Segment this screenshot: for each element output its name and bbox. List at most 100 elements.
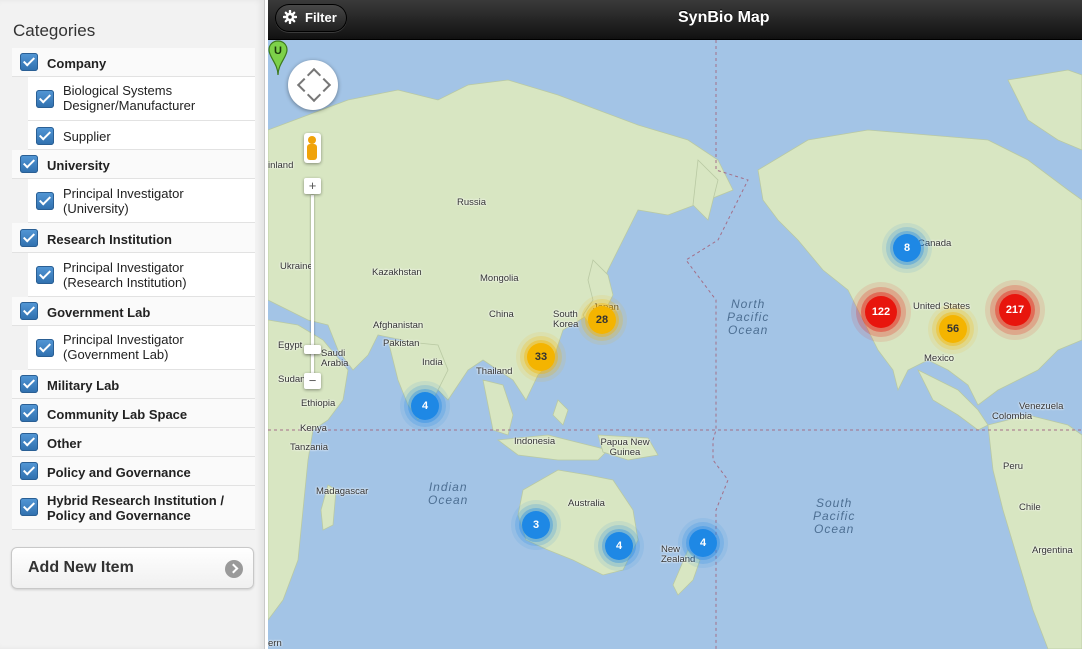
add-new-item-label: Add New Item [28, 559, 134, 576]
pan-right-icon[interactable] [316, 77, 332, 93]
category-label: Supplier [63, 129, 111, 144]
cluster-marker[interactable]: 8 [893, 234, 921, 262]
category-community-lab[interactable]: Community Lab Space [12, 399, 255, 428]
location-pin-icon[interactable]: U [268, 40, 288, 76]
checkbox[interactable] [20, 375, 38, 393]
place-label: Thailand [476, 366, 513, 377]
app: Categories Company Biological Systems De… [0, 0, 1082, 649]
pan-left-icon[interactable] [296, 77, 312, 93]
category-company[interactable]: Company [12, 48, 255, 77]
categories-heading: Categories [13, 21, 96, 40]
chevron-right-icon [225, 560, 243, 578]
place-label: Canada [918, 238, 952, 249]
pan-control[interactable] [288, 60, 338, 110]
cluster-marker[interactable]: 4 [411, 392, 439, 420]
add-new-item-button[interactable]: Add New Item [11, 547, 254, 589]
place-label: Indonesia [514, 436, 556, 447]
place-label: Ukraine [280, 261, 313, 272]
category-label: Research Institution [47, 232, 172, 247]
category-label: University [47, 158, 110, 173]
place-label: Kenya [300, 423, 327, 434]
cluster-marker[interactable]: 28 [588, 306, 616, 334]
checkbox[interactable] [20, 229, 38, 247]
place-label: Australia [568, 498, 605, 509]
pan-down-icon[interactable] [306, 87, 322, 103]
zoom-out-button[interactable]: − [304, 373, 321, 389]
place-label: inland [268, 160, 294, 171]
place-label: Mongolia [480, 273, 519, 284]
cluster-marker[interactable]: 33 [527, 343, 555, 371]
category-university[interactable]: University [12, 150, 255, 179]
place-label: China [489, 309, 514, 320]
category-label: Principal Investigator (Research Institu… [63, 260, 187, 290]
street-view-pegman-icon[interactable] [304, 133, 321, 163]
place-label: Mexico [924, 353, 955, 364]
place-label: ern [268, 638, 282, 649]
category-policy[interactable]: Policy and Governance [12, 457, 255, 486]
category-label: Military Lab [47, 378, 120, 393]
category-label: Biological Systems Designer/Manufacturer [63, 83, 196, 113]
place-label: South Korea [553, 309, 579, 330]
category-label: Principal Investigator (University) [63, 186, 184, 216]
place-label: India [422, 357, 443, 368]
cluster-marker[interactable]: 217 [999, 294, 1031, 326]
category-bio-systems[interactable]: Biological Systems Designer/Manufacturer [28, 77, 255, 121]
checkbox[interactable] [20, 433, 38, 451]
place-label: Pakistan [383, 338, 420, 349]
category-pi-government[interactable]: Principal Investigator (Government Lab) [28, 326, 255, 370]
place-label: Sudan [278, 374, 306, 385]
category-list: Company Biological Systems Designer/Manu… [12, 48, 255, 530]
category-label: Hybrid Research Institution / Policy and… [47, 493, 224, 523]
category-supplier[interactable]: Supplier [28, 121, 255, 150]
cluster-marker[interactable]: 4 [605, 532, 633, 560]
marker-letter: U [274, 45, 282, 57]
checkbox[interactable] [20, 462, 38, 480]
place-label: United States [913, 301, 971, 312]
header-bar: Filter SynBio Map [268, 0, 1082, 40]
place-label: Tanzania [290, 442, 329, 453]
category-label: Company [47, 56, 107, 71]
zoom-in-button[interactable]: + [304, 178, 321, 194]
cluster-marker[interactable]: 56 [939, 315, 967, 343]
place-label: Russia [457, 197, 487, 208]
place-label: Ethiopia [301, 398, 336, 409]
place-label: Afghanistan [373, 320, 424, 331]
map-canvas[interactable]: inland Russia Ukraine Kazakhstan Mongoli… [268, 40, 1082, 649]
category-military-lab[interactable]: Military Lab [12, 370, 255, 399]
place-label: Saudi Arabia [321, 348, 349, 369]
place-label: Colombia [992, 411, 1033, 422]
category-label: Principal Investigator (Government Lab) [63, 332, 184, 362]
category-other[interactable]: Other [12, 428, 255, 457]
cluster-marker[interactable]: 4 [689, 529, 717, 557]
checkbox[interactable] [36, 266, 54, 284]
ocean-label: North Pacific Ocean [727, 297, 770, 337]
category-pi-university[interactable]: Principal Investigator (University) [28, 179, 255, 223]
pan-up-icon[interactable] [306, 67, 322, 83]
category-pi-research[interactable]: Principal Investigator (Research Institu… [28, 253, 255, 297]
checkbox[interactable] [20, 498, 38, 516]
checkbox[interactable] [36, 192, 54, 210]
checkbox[interactable] [20, 155, 38, 173]
zoom-slider-handle[interactable] [304, 345, 321, 354]
place-label: Egypt [278, 340, 303, 351]
cluster-marker[interactable]: 3 [522, 511, 550, 539]
checkbox[interactable] [20, 302, 38, 320]
place-label: Kazakhstan [372, 267, 422, 278]
category-government-lab[interactable]: Government Lab [12, 297, 255, 326]
place-label: Chile [1019, 502, 1041, 513]
category-hybrid[interactable]: Hybrid Research Institution / Policy and… [12, 486, 255, 530]
checkbox[interactable] [20, 53, 38, 71]
checkbox[interactable] [20, 404, 38, 422]
ocean-label: Indian Ocean [428, 480, 469, 507]
ocean-label: South Pacific Ocean [813, 496, 856, 536]
checkbox[interactable] [36, 127, 54, 145]
place-label: Madagascar [316, 486, 369, 497]
category-research-institution[interactable]: Research Institution [12, 223, 255, 253]
checkbox[interactable] [36, 90, 54, 108]
sidebar: Categories Company Biological Systems De… [0, 0, 265, 649]
zoom-slider-track[interactable] [311, 195, 314, 385]
checkbox[interactable] [36, 339, 54, 357]
cluster-marker[interactable]: 122 [865, 296, 897, 328]
place-label: Papua New Guinea [600, 437, 650, 458]
place-label: Argentina [1032, 545, 1073, 556]
